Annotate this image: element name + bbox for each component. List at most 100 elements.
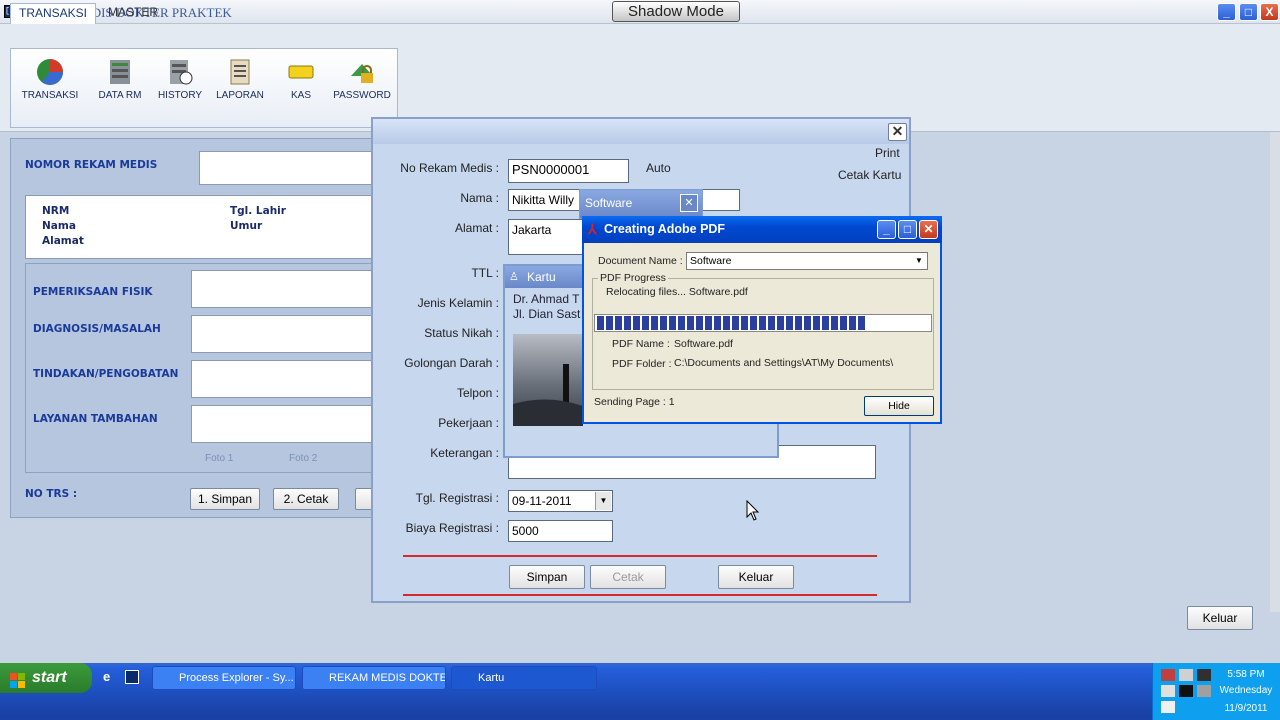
close-button[interactable]: X (1260, 3, 1279, 21)
shadow-mode-badge: Shadow Mode (612, 1, 740, 22)
tray-icon[interactable] (1161, 701, 1175, 713)
dialog-cetak-button[interactable]: Cetak (590, 565, 666, 589)
dialog-keluar-button[interactable]: Keluar (718, 565, 794, 589)
tindakan-input[interactable] (191, 360, 381, 398)
maximize-button[interactable]: □ (1239, 3, 1258, 21)
pdf-close-button[interactable]: ✕ (919, 220, 938, 239)
telpon-label: Telpon : (456, 386, 499, 400)
start-button[interactable]: start (0, 663, 92, 693)
tray-icon[interactable] (1197, 669, 1211, 681)
progress-segment (777, 316, 784, 330)
ribbon-kas-button[interactable]: KAS (271, 58, 331, 101)
software-window[interactable]: Software ✕ (579, 189, 703, 219)
clock-day: Wednesday (1219, 685, 1273, 696)
doc-name-dropdown[interactable]: Software ▼ (686, 252, 928, 270)
lock-icon (348, 58, 376, 86)
ie-quicklaunch-icon[interactable]: e (103, 670, 117, 684)
sending-page-text: Sending Page : 1 (594, 396, 675, 408)
nama-label: Nama : (460, 191, 499, 205)
task-rekam-medis[interactable]: REKAM MEDIS DOKTE... (302, 666, 446, 690)
progress-segment (822, 316, 829, 330)
progress-segment (768, 316, 775, 330)
ribbon-password-button[interactable]: PASSWORD (332, 58, 392, 101)
tgl-registrasi-dropdown[interactable]: 09-11-2011 ▼ (508, 490, 613, 512)
print-link[interactable]: Print (875, 146, 900, 160)
nrm-label: NRM (42, 205, 70, 217)
ribbon-transaksi-button[interactable]: TRANSAKSI (20, 58, 80, 101)
alamat-input[interactable]: Jakarta (508, 219, 588, 255)
auto-label: Auto (646, 161, 671, 175)
tab-transaksi[interactable]: TRANSAKSI (10, 3, 97, 24)
tray-icon[interactable] (1179, 669, 1193, 681)
diagnosis-label: DIAGNOSIS/MASALAH (33, 323, 161, 335)
window-icon: ♙ (509, 271, 519, 283)
kartu-title: Kartu (527, 270, 556, 284)
software-title: Software (585, 196, 633, 210)
tray-icon[interactable] (1161, 669, 1175, 681)
progress-segment (849, 316, 856, 330)
progress-segment (741, 316, 748, 330)
alamat-label: Alamat : (454, 221, 499, 235)
pemeriksaan-input[interactable] (191, 270, 381, 308)
dialog-close-button[interactable]: ✕ (888, 123, 907, 141)
nomor-rekam-medis-input[interactable] (199, 151, 379, 185)
jenis-kelamin-label: Jenis Kelamin : (417, 296, 499, 310)
cash-icon (287, 58, 315, 86)
umur-label: Umur (230, 220, 263, 232)
app-quicklaunch-icon[interactable] (125, 670, 139, 684)
progress-segment (858, 316, 865, 330)
tgl-registrasi-value: 09-11-2011 (512, 494, 572, 508)
server-icon (106, 58, 134, 86)
task-process-explorer[interactable]: Process Explorer - Sy... (152, 666, 296, 690)
progress-segment (723, 316, 730, 330)
no-rm-input[interactable]: PSN0000001 (508, 159, 629, 183)
tray-icon[interactable] (1179, 685, 1193, 697)
diagnosis-input[interactable] (191, 315, 381, 353)
dialog-simpan-button[interactable]: Simpan (509, 565, 585, 589)
patient-form-panel: NOMOR REKAM MEDIS NRM Nama Alamat Tgl. L… (10, 138, 381, 518)
ribbon-label: TRANSAKSI (21, 90, 79, 101)
clock-time[interactable]: 5:58 PM (1215, 669, 1277, 680)
progress-segment (786, 316, 793, 330)
simpan-button[interactable]: 1. Simpan (190, 488, 260, 510)
ribbon-history-button[interactable]: HISTORY (150, 58, 210, 101)
pekerjaan-label: Pekerjaan : (438, 416, 499, 430)
vertical-scrollbar[interactable] (1270, 132, 1280, 612)
progress-segment (669, 316, 676, 330)
chevron-down-icon[interactable]: ▼ (912, 254, 926, 268)
cetak-button[interactable]: 2. Cetak (273, 488, 339, 510)
progress-segment (840, 316, 847, 330)
kartu-line-2: Jl. Dian Sast (513, 307, 581, 321)
progress-segment (732, 316, 739, 330)
progress-segment (651, 316, 658, 330)
kartu-line-1: Dr. Ahmad T (513, 292, 580, 306)
foto-1-label[interactable]: Foto 1 (205, 453, 233, 464)
task-kartu[interactable]: Kartu (451, 666, 597, 690)
golongan-darah-label: Golongan Darah : (404, 356, 499, 370)
software-close-button[interactable]: ✕ (680, 194, 698, 212)
progress-segment (804, 316, 811, 330)
progress-segment (795, 316, 802, 330)
main-keluar-button[interactable]: Keluar (1187, 606, 1253, 630)
layanan-input[interactable] (191, 405, 381, 443)
pdf-title: Creating Adobe PDF (604, 222, 726, 236)
progress-segment (714, 316, 721, 330)
hide-button[interactable]: Hide (864, 396, 934, 416)
pdf-maximize-button[interactable]: □ (898, 220, 917, 239)
tray-icon[interactable] (1161, 685, 1175, 697)
progress-segment (597, 316, 604, 330)
ribbon-laporan-button[interactable]: LAPORAN (210, 58, 270, 101)
foto-2-label[interactable]: Foto 2 (289, 453, 317, 464)
minimize-button[interactable]: _ (1217, 3, 1236, 21)
tray-icon[interactable] (1197, 685, 1211, 697)
pdf-minimize-button[interactable]: _ (877, 220, 896, 239)
report-icon (226, 58, 254, 86)
biaya-registrasi-label: Biaya Registrasi : (405, 521, 499, 535)
ribbon-data-rm-button[interactable]: DATA RM (90, 58, 150, 101)
ribbon-label: KAS (290, 90, 311, 101)
biaya-registrasi-input[interactable]: 5000 (508, 520, 613, 542)
tab-master[interactable]: MASTER (100, 3, 166, 24)
chevron-down-icon[interactable]: ▼ (595, 492, 611, 510)
cetak-kartu-link[interactable]: Cetak Kartu (838, 168, 901, 182)
divider-top (403, 555, 877, 557)
